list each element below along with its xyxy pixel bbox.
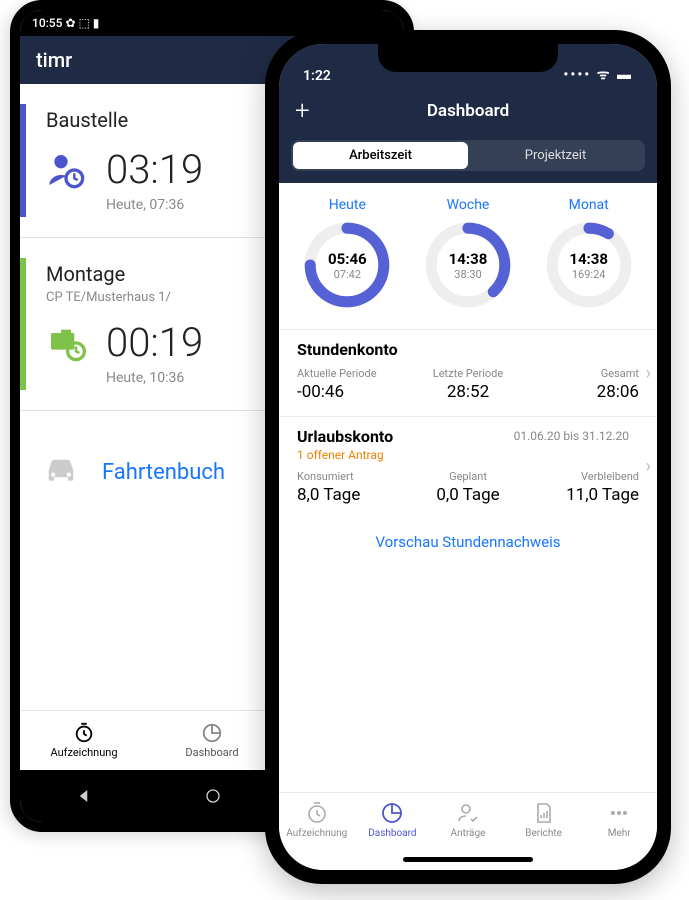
ring-heute[interactable]: Heute 05:46 07:42 [287,197,408,311]
document-chart-icon [532,801,556,825]
ring-target: 169:24 [572,268,606,281]
car-icon [40,451,82,493]
segment-control-wrap: Arbeitszeit Projektzeit [279,134,657,183]
col-label: Konsumiert [297,470,411,483]
card-elapsed-time: 00:19 [106,319,203,366]
iphone-frame: 1:22 •••• ᯤ ▬ + Dashboard Arbeitszeit Pr… [265,30,671,884]
col-label: Verbleibend [525,470,639,483]
nav-label: Dashboard [355,828,431,839]
ring-label: Monat [528,197,649,213]
android-status-icons: ✿ ⬚ ▮ [65,16,99,30]
app-title: timr [36,48,72,72]
section-urlaubskonto[interactable]: Urlaubskonto 1 offener Antrag 01.06.20 b… [279,416,657,519]
section-title: Stundenkonto [297,340,639,359]
ring-monat[interactable]: Monat 14:38 169:24 [528,197,649,311]
col-value: -00:46 [297,382,411,402]
card-elapsed-time: 03:19 [106,146,203,193]
col-value: 11,0 Tage [525,485,639,505]
add-button[interactable]: + [295,96,310,126]
pie-chart-icon [201,722,223,744]
nav-label: Anträge [430,828,506,839]
ring-value: 14:38 [569,250,608,268]
briefcase-clock-icon [46,323,86,363]
nav-dashboard[interactable]: Dashboard [355,801,431,839]
ring-row: Heute 05:46 07:42 Woche [279,183,657,329]
nav-label: Berichte [506,828,582,839]
chevron-right-icon: › [646,456,651,477]
col-value: 28:52 [411,382,525,402]
stopwatch-icon [73,722,95,744]
nav-aufzeichnung[interactable]: Aufzeichnung [279,801,355,839]
stopwatch-icon [305,801,329,825]
back-triangle-icon[interactable] [76,787,94,805]
preview-link[interactable]: Vorschau Stundennachweis [279,519,657,559]
col-value: 8,0 Tage [297,485,411,505]
nav-berichte[interactable]: Berichte [506,801,582,839]
nav-mehr[interactable]: Mehr [581,801,657,839]
nav-antraege[interactable]: Anträge [430,801,506,839]
iphone-header-bar: + Dashboard [279,88,657,134]
person-check-icon [456,801,480,825]
section-stundenkonto[interactable]: Stundenkonto › Aktuelle Periode -00:46 Le… [279,329,657,416]
segment-arbeitszeit[interactable]: Arbeitszeit [293,142,468,169]
col-label: Aktuelle Periode [297,367,411,380]
home-indicator[interactable] [403,857,533,862]
card-accent-bar [20,258,26,390]
card-accent-bar [20,104,26,217]
nav-label: Aufzeichnung [20,746,148,759]
col-label: Geplant [411,470,525,483]
pending-request-note: 1 offener Antrag [297,448,639,462]
nav-label: Mehr [581,828,657,839]
ring-target: 07:42 [334,268,361,281]
ring-value: 05:46 [328,250,367,268]
col-value: 0,0 Tage [411,485,525,505]
chevron-right-icon: › [646,363,651,384]
fahrtenbuch-label: Fahrtenbuch [102,460,225,485]
iphone-notch [378,44,558,72]
more-dots-icon [607,801,631,825]
col-label: Gesamt [525,367,639,380]
iphone-bottom-nav: Aufzeichnung Dashboard Anträge Berichte … [279,792,657,870]
iphone-status-icons: •••• ᯤ ▬ [563,65,633,84]
android-status-time: 10:55 [32,16,62,30]
ring-label: Woche [408,197,529,213]
home-circle-icon[interactable] [205,788,221,804]
col-label: Letzte Periode [411,367,525,380]
nav-label: Dashboard [148,746,276,759]
ring-woche[interactable]: Woche 14:38 38:30 [408,197,529,311]
header-title: Dashboard [427,101,509,121]
person-clock-icon [46,150,86,190]
iphone-status-time: 1:22 [303,68,331,84]
date-range: 01.06.20 bis 31.12.20 [514,429,629,443]
pie-chart-icon [380,801,404,825]
ring-label: Heute [287,197,408,213]
nav-aufzeichnung[interactable]: Aufzeichnung [20,722,148,759]
segment-control: Arbeitszeit Projektzeit [291,140,645,171]
segment-projektzeit[interactable]: Projektzeit [468,142,643,169]
col-value: 28:06 [525,382,639,402]
nav-dashboard[interactable]: Dashboard [148,722,276,759]
ring-target: 38:30 [454,268,481,281]
ring-value: 14:38 [449,250,488,268]
nav-label: Aufzeichnung [279,828,355,839]
